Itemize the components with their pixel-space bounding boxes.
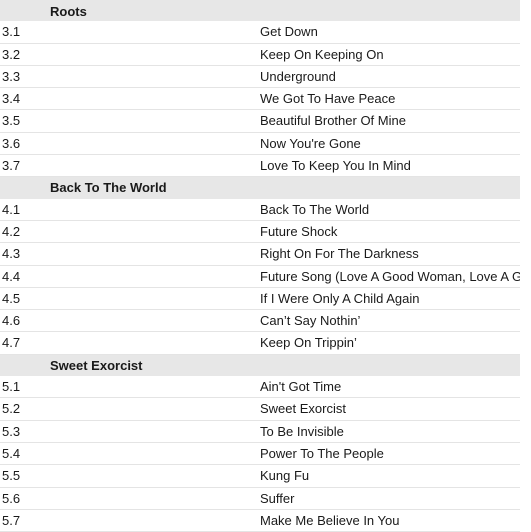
row-right-margin xyxy=(520,154,531,177)
row-right-margin xyxy=(520,65,531,88)
track-number: 5.5 xyxy=(0,464,260,488)
track-title: Kung Fu xyxy=(260,464,520,488)
row-right-margin xyxy=(520,43,531,66)
track-title: We Got To Have Peace xyxy=(260,87,520,111)
row-right-margin xyxy=(520,509,531,532)
table-row[interactable]: 5.3 To Be Invisible xyxy=(0,420,531,443)
table-row[interactable]: 5.7 Make Me Believe In You xyxy=(0,509,531,532)
track-title: Beautiful Brother Of Mine xyxy=(260,109,520,133)
track-number: 4.3 xyxy=(0,242,260,266)
track-number: 5.6 xyxy=(0,487,260,510)
table-row[interactable]: 4.7 Keep On Trippin’ xyxy=(0,331,531,355)
table-row[interactable]: 5.1 Ain't Got Time xyxy=(0,376,531,399)
table-row[interactable]: 4.3 Right On For The Darkness xyxy=(0,242,531,266)
row-right-margin xyxy=(520,309,531,332)
track-title: Keep On Keeping On xyxy=(260,43,520,66)
track-number: 5.1 xyxy=(0,376,260,399)
row-right-margin xyxy=(520,464,531,488)
row-right-margin xyxy=(520,242,531,266)
track-number: 4.2 xyxy=(0,220,260,244)
track-title: Love To Keep You In Mind xyxy=(260,154,520,178)
track-title: Suffer xyxy=(260,487,520,510)
track-number: 4.4 xyxy=(0,265,260,288)
track-number: 4.5 xyxy=(0,287,260,311)
table-row[interactable]: 4.6 Can’t Say Nothin’ xyxy=(0,309,531,333)
section-heading: Sweet Exorcist xyxy=(0,354,520,377)
row-right-margin xyxy=(520,198,531,221)
row-right-margin xyxy=(520,331,531,355)
track-number: 3.7 xyxy=(0,154,260,178)
track-title: Underground xyxy=(260,65,520,89)
table-row[interactable]: 3.3 Underground xyxy=(0,65,531,89)
row-right-margin xyxy=(520,265,531,288)
row-right-margin xyxy=(520,376,531,398)
row-right-margin xyxy=(520,176,531,199)
row-right-margin xyxy=(520,87,531,110)
table-row[interactable]: 5.2 Sweet Exorcist xyxy=(0,397,531,421)
track-number: 5.3 xyxy=(0,420,260,443)
track-title: Future Song (Love A Good Woman, Love A G… xyxy=(260,265,520,288)
row-right-margin xyxy=(520,487,531,510)
track-number: 4.7 xyxy=(0,331,260,355)
section-heading: Back To The World xyxy=(0,176,520,199)
row-right-margin xyxy=(520,0,531,22)
table-row[interactable]: 5.5 Kung Fu xyxy=(0,464,531,488)
table-row[interactable]: 3.7 Love To Keep You In Mind xyxy=(0,154,531,178)
row-right-margin xyxy=(520,220,531,243)
track-number: 3.4 xyxy=(0,87,260,111)
track-title: Keep On Trippin’ xyxy=(260,331,520,355)
table-row[interactable]: 4.2 Future Shock xyxy=(0,220,531,244)
track-title: To Be Invisible xyxy=(260,420,520,443)
row-right-margin xyxy=(520,397,531,421)
table-row[interactable]: 5.4 Power To The People xyxy=(0,442,531,466)
track-title: Back To The World xyxy=(260,198,520,221)
track-number: 3.6 xyxy=(0,132,260,156)
table-row[interactable]: 3.5 Beautiful Brother Of Mine xyxy=(0,109,531,133)
track-title: Ain't Got Time xyxy=(260,376,520,399)
track-title: Now You're Gone xyxy=(260,132,520,156)
track-title: Right On For The Darkness xyxy=(260,242,520,266)
track-number: 3.2 xyxy=(0,43,260,66)
table-row[interactable]: 5.6 Suffer xyxy=(0,487,531,510)
table-row[interactable]: 4.1 Back To The World xyxy=(0,198,531,221)
track-title: Sweet Exorcist xyxy=(260,397,520,421)
table-row[interactable]: 4.4 Future Song (Love A Good Woman, Love … xyxy=(0,265,531,288)
track-number: 3.5 xyxy=(0,109,260,133)
track-number: 5.4 xyxy=(0,442,260,466)
section-header-row: Roots xyxy=(0,0,531,22)
track-title: If I Were Only A Child Again xyxy=(260,287,520,311)
row-right-margin xyxy=(520,287,531,310)
row-right-margin xyxy=(520,420,531,443)
track-number: 3.3 xyxy=(0,65,260,89)
section-header-row: Sweet Exorcist xyxy=(0,354,531,377)
track-number: 3.1 xyxy=(0,21,260,44)
track-number: 5.2 xyxy=(0,397,260,421)
track-title: Can’t Say Nothin’ xyxy=(260,309,520,333)
table-row[interactable]: 3.6 Now You're Gone xyxy=(0,132,531,156)
tracklist-table: Roots 3.1 Get Down 3.2 Keep On Keeping On 3.3… xyxy=(0,0,531,532)
track-title: Power To The People xyxy=(260,442,520,466)
row-right-margin xyxy=(520,109,531,133)
table-row[interactable]: 3.1 Get Down xyxy=(0,21,531,44)
tracklist-body: Roots 3.1 Get Down 3.2 Keep On Keeping On 3.3… xyxy=(0,0,531,532)
row-right-margin xyxy=(520,132,531,155)
track-number: 4.6 xyxy=(0,309,260,333)
track-number: 4.1 xyxy=(0,198,260,221)
track-title: Future Shock xyxy=(260,220,520,244)
table-row[interactable]: 3.4 We Got To Have Peace xyxy=(0,87,531,111)
row-right-margin xyxy=(520,442,531,465)
table-row[interactable]: 4.5 If I Were Only A Child Again xyxy=(0,287,531,311)
track-number: 5.7 xyxy=(0,509,260,532)
row-right-margin xyxy=(520,354,531,377)
table-row[interactable]: 3.2 Keep On Keeping On xyxy=(0,43,531,66)
section-header-row: Back To The World xyxy=(0,176,531,199)
section-heading: Roots xyxy=(0,0,520,22)
track-title: Make Me Believe In You xyxy=(260,509,520,532)
track-title: Get Down xyxy=(260,21,520,44)
row-right-margin xyxy=(520,21,531,44)
